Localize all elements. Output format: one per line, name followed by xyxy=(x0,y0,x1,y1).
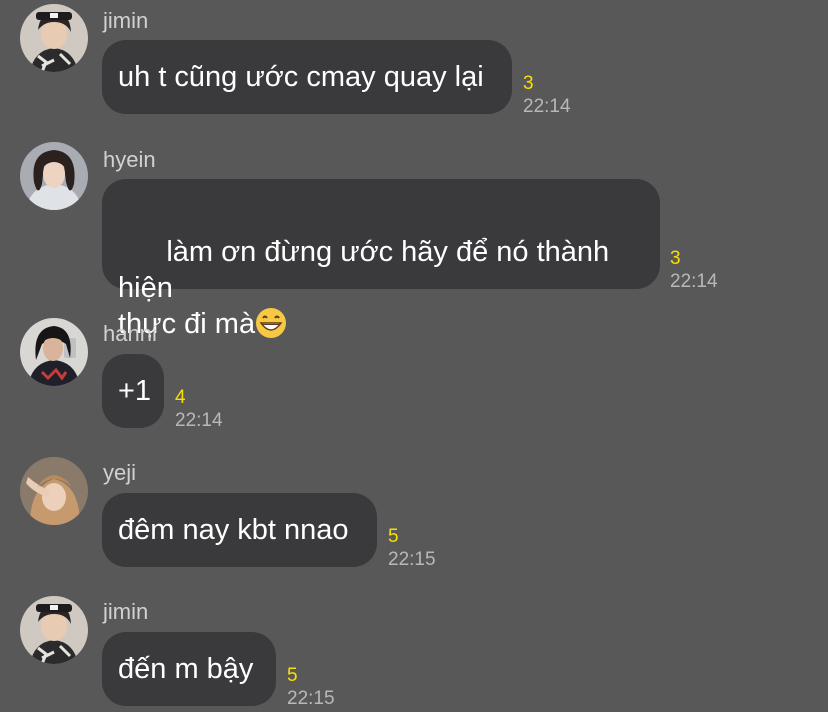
avatar-hyein[interactable] xyxy=(20,142,88,210)
chat-message-list[interactable]: jimin uh t cũng ước cmay quay lại 3 22:1… xyxy=(0,0,828,712)
message-time: 22:15 xyxy=(388,549,436,570)
message-bubble[interactable]: +1 xyxy=(102,354,164,428)
avatar-yeji[interactable] xyxy=(20,457,88,525)
sender-name: hyein xyxy=(103,147,156,172)
message-time: 22:14 xyxy=(523,96,571,117)
grinning-face-icon xyxy=(255,307,287,339)
profile-photo-icon xyxy=(20,4,88,72)
sender-name: yeji xyxy=(103,460,137,485)
unread-count: 4 xyxy=(175,387,186,408)
sender-name: jimin xyxy=(103,599,149,624)
avatar-jimin[interactable] xyxy=(20,596,88,664)
message-bubble[interactable]: làm ơn đừng ước hãy để nó thành hiện thực… xyxy=(102,179,660,340)
profile-photo-icon xyxy=(20,142,88,210)
profile-photo-icon xyxy=(20,457,88,525)
message-bubble[interactable]: đêm nay kbt nnao xyxy=(102,493,377,567)
unread-count: 3 xyxy=(523,73,534,94)
unread-count: 5 xyxy=(287,665,298,686)
message-time: 22:14 xyxy=(670,271,718,292)
message-time: 22:14 xyxy=(175,410,223,431)
message-bubble[interactable]: uh t cũng ước cmay quay lại xyxy=(102,40,512,114)
unread-count: 3 xyxy=(670,248,681,269)
avatar-jimin[interactable] xyxy=(20,4,88,72)
message-text-line: làm ơn đừng ước hãy để nó thành hiện xyxy=(118,236,618,304)
profile-photo-icon xyxy=(20,318,88,386)
message-bubble[interactable]: đến m bậy xyxy=(102,632,276,706)
avatar-hanni[interactable] xyxy=(20,318,88,386)
sender-name: hanni xyxy=(103,321,157,346)
sender-name: jimin xyxy=(103,8,149,33)
profile-photo-icon xyxy=(20,596,88,664)
unread-count: 5 xyxy=(388,526,399,547)
message-time: 22:15 xyxy=(287,688,335,709)
